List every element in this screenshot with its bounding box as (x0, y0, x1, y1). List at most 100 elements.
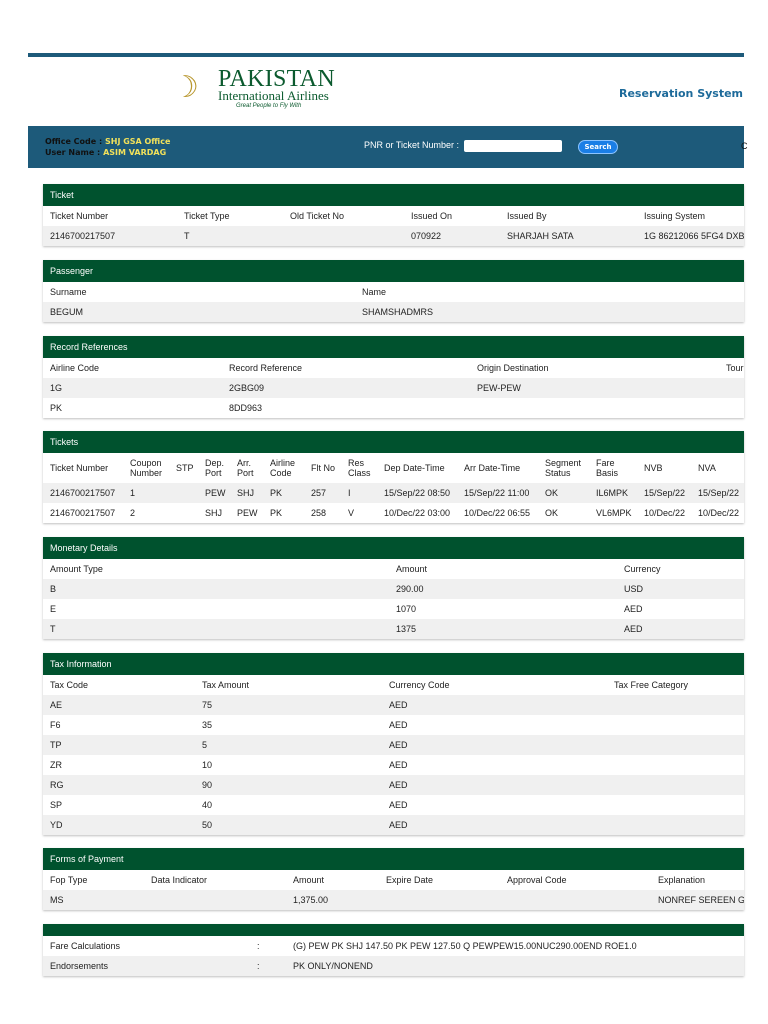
table-cell: 15/Sep/22 (691, 483, 744, 503)
table-cell: SHAMSHADMRS (355, 302, 744, 322)
tax-information-table: Tax Code Tax Amount Currency Code Tax Free … (43, 675, 744, 835)
table-cell: 257 (304, 483, 341, 503)
search-button[interactable]: Search (578, 140, 618, 154)
column-header: Coupon Number (130, 458, 163, 478)
table-cell: NONREF SEREEN G (651, 890, 744, 910)
table-cell: BEGUM (43, 302, 355, 322)
table-cell: 10/Dec/22 06:55 (464, 508, 531, 518)
column-header: Surname (50, 287, 87, 297)
table-cell: MS (43, 890, 144, 910)
column-header: Segment Status (545, 458, 582, 478)
table-cell: AED (617, 619, 744, 639)
table-cell: PEW (198, 483, 230, 503)
table-cell: 15/Sep/22 (637, 483, 691, 503)
table-cell: AED (382, 735, 607, 755)
table-cell (607, 755, 744, 775)
column-header: Currency Code (389, 680, 450, 690)
table-cell: 290.00 (389, 579, 617, 599)
section-record-references: Record References Airline Code Record Refe… (43, 336, 744, 418)
section-fare-info: Fare Calculations: (G) PEW PK SHJ 147.50 … (43, 924, 744, 976)
user-info: Office Code : SHJ GSA Office User Name :… (45, 136, 170, 158)
table-cell: Fare Calculations (50, 941, 121, 951)
table-cell: AED (389, 760, 408, 770)
table-cell: RG (43, 775, 195, 795)
truncated-text: C (741, 141, 748, 151)
table-cell (719, 378, 744, 398)
table-cell (719, 398, 744, 418)
record-references-table: Airline Code Record Reference Origin Desti… (43, 358, 744, 418)
column-header-row: Ticket Number Ticket Type Old Ticket No Iss… (43, 206, 744, 226)
table-cell: SHARJAH SATA (500, 226, 637, 246)
nav-band: Office Code : SHJ GSA Office User Name :… (28, 126, 748, 168)
table-row: YD 50 AED (43, 815, 744, 835)
table-cell (169, 483, 198, 503)
table-cell: 2146700217507 (43, 226, 177, 246)
column-header-row: Surname Name (43, 282, 744, 302)
table-cell: PEW-PEW (470, 378, 719, 398)
column-header: Expire Date (386, 875, 434, 885)
table-cell: 258 (311, 508, 327, 518)
table-cell: 5 (195, 735, 382, 755)
column-header: Tax Code (50, 680, 89, 690)
column-header: Currency (624, 564, 661, 574)
table-cell: 2146700217507 (50, 508, 116, 518)
table-row: RG 90 AED (43, 775, 744, 795)
section-header: Passenger (43, 260, 744, 282)
fare-info-table: Fare Calculations: (G) PEW PK SHJ 147.50 … (43, 936, 744, 976)
column-header: Issuing System (644, 211, 706, 221)
table-cell: IL6MPK (589, 483, 637, 503)
column-header: Issued On (411, 211, 453, 221)
column-header: Airline Code (50, 363, 100, 373)
table-row: Endorsements: PK ONLY/NONEND (43, 956, 744, 976)
table-cell: 10/Dec/22 03:00 (384, 508, 451, 518)
table-cell: AED (389, 800, 408, 810)
logo-subtitle: International Airlines (218, 88, 329, 103)
column-header: Record Reference (229, 363, 303, 373)
table-row: T 1375 AED (43, 619, 744, 639)
table-row: 1G 2GBG09 PEW-PEW (43, 378, 744, 398)
table-cell: : (250, 956, 286, 976)
column-header: Res Class (348, 458, 371, 478)
table-cell: 15/Sep/22 11:00 (457, 483, 538, 503)
column-header-row: Airline Code Record Reference Origin Desti… (43, 358, 744, 378)
monetary-details-table: Amount Type Amount Currency B 290.00 USD E 1070… (43, 559, 744, 639)
table-row: F6 35 AED (43, 715, 744, 735)
table-cell (607, 815, 744, 835)
table-cell: E (50, 604, 57, 614)
column-header: Flt No (311, 463, 336, 473)
forms-of-payment-table: Fop Type Data Indicator Amount Expire Date A… (43, 870, 744, 910)
table-cell: 15/Sep/22 08:50 (377, 483, 457, 503)
column-header: Issued By (507, 211, 547, 221)
table-cell: V (348, 508, 355, 518)
table-cell: OK (538, 483, 589, 503)
column-header: Ticket Type (184, 211, 230, 221)
table-cell (379, 890, 500, 910)
table-row: B 290.00 USD (43, 579, 744, 599)
column-header: Amount (293, 875, 325, 885)
table-cell: SP (50, 800, 63, 810)
column-header-row: Ticket Number Coupon Number STP Dep. Port Ar… (43, 453, 744, 483)
pnr-input[interactable] (464, 140, 562, 152)
column-header: Airline Code (270, 458, 296, 478)
table-cell (607, 775, 744, 795)
table-cell: PK (263, 483, 304, 503)
table-cell: 90 (195, 775, 382, 795)
table-cell: VL6MPK (596, 508, 632, 518)
table-cell: (G) PEW PK SHJ 147.50 PK PEW 127.50 Q PE… (293, 941, 637, 951)
table-cell: : (257, 941, 260, 951)
table-cell: AED (382, 815, 607, 835)
user-name: ASIM VARDAG (103, 148, 167, 157)
table-cell: AED (624, 604, 643, 614)
table-cell (607, 795, 744, 815)
table-cell: AED (382, 695, 607, 715)
table-row: 2146700217507 1 PEW SHJ PK 257 I 15/Sep/22 08:5… (43, 483, 744, 503)
pia-logo: ☽ PAKISTAN International Airlines Great … (172, 66, 342, 116)
table-cell: 2146700217507 (43, 483, 123, 503)
table-cell: YD (43, 815, 195, 835)
office-code-label: Office Code : (45, 137, 103, 146)
section-ticket: Ticket Ticket Number Ticket Type Old Ticket… (43, 184, 744, 246)
column-header: NVA (698, 463, 716, 473)
table-row: AE 75 AED (43, 695, 744, 715)
column-header: Data Indicator (151, 875, 208, 885)
column-header: Arr. Port (237, 458, 254, 478)
